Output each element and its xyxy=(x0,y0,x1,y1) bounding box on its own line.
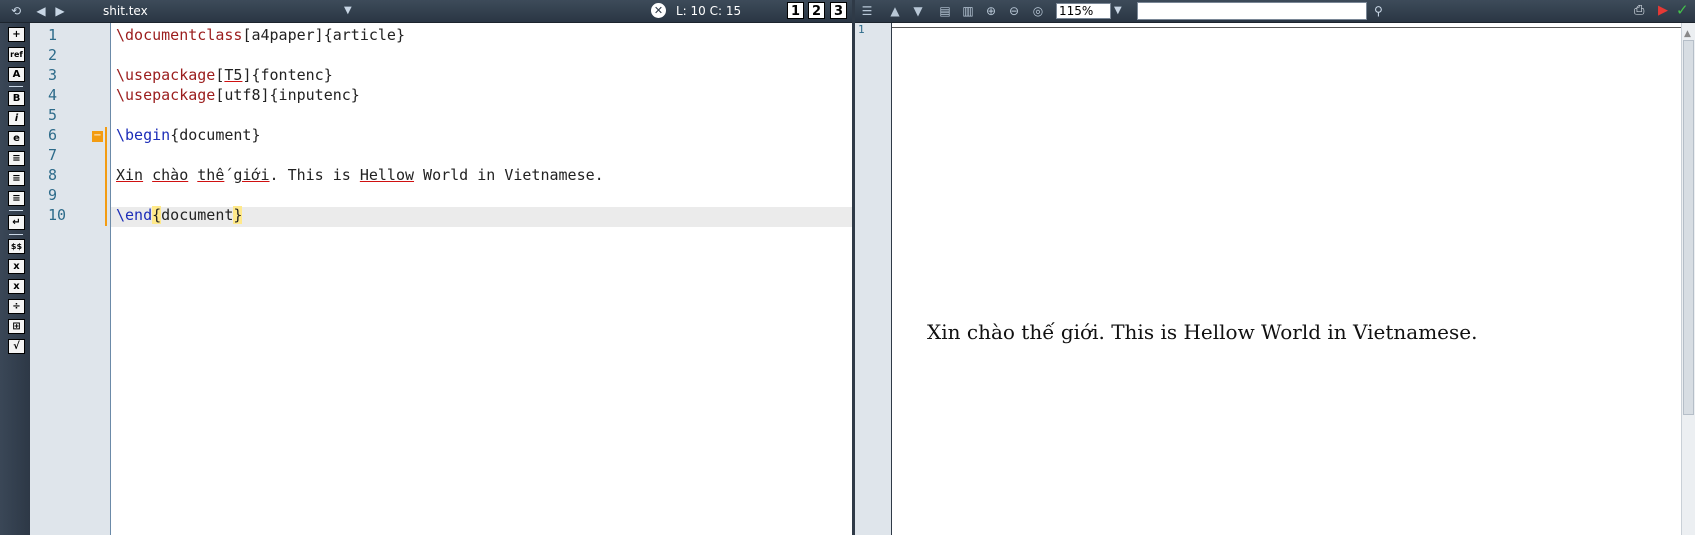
page-up-icon[interactable]: ▲ xyxy=(887,3,903,19)
bold-button[interactable]: B xyxy=(8,91,25,106)
find-icon[interactable]: ⚲ xyxy=(1374,3,1383,19)
structure-toggle-icon[interactable]: ⟲ xyxy=(8,3,24,19)
code-line-4[interactable]: \usepackage[utf8]{inputenc} xyxy=(116,85,360,105)
print-icon[interactable]: ⎙ xyxy=(1634,3,1644,19)
latex-command: \usepackage xyxy=(116,66,216,84)
latex-toolbar: + ref A B i e ≡ ≡ ≡ ↵ $$ x x ÷ ⊞ √ xyxy=(0,23,30,535)
latex-command: \usepackage xyxy=(116,86,216,104)
pdf-search-input[interactable] xyxy=(1137,2,1367,20)
code-text: ]{fontenc} xyxy=(242,66,333,84)
matched-brace: } xyxy=(233,206,243,224)
sqrt-button[interactable]: √ xyxy=(8,339,25,354)
latex-env-command: \end xyxy=(116,206,153,224)
code-line-1[interactable]: \documentclass[a4paper]{article} xyxy=(116,25,405,45)
code-text: document xyxy=(161,206,234,224)
file-dropdown-icon[interactable]: ▼ xyxy=(344,3,352,19)
font-size-button[interactable]: A xyxy=(8,67,25,82)
spellcheck-word: chào xyxy=(152,166,189,184)
forward-arrow-icon[interactable]: ▶ xyxy=(52,3,68,19)
math-mode-button[interactable]: $$ xyxy=(8,239,25,254)
zoom-input[interactable]: 115% xyxy=(1056,3,1111,19)
superscript-button[interactable]: x xyxy=(8,279,25,294)
code-text: {document} xyxy=(170,126,261,144)
line-number: 8 xyxy=(48,166,58,184)
code-text: [utf8]{inputenc} xyxy=(215,86,360,104)
line-number: 4 xyxy=(48,86,58,104)
code-line-6[interactable]: \begin{document} xyxy=(116,125,261,145)
align-center-button[interactable]: ≡ xyxy=(8,171,25,186)
bookmark-3-button[interactable]: 3 xyxy=(830,2,847,19)
scrollbar-thumb[interactable] xyxy=(1683,40,1694,415)
align-right-button[interactable]: ≡ xyxy=(8,191,25,206)
latex-env-command: \begin xyxy=(116,126,171,144)
zoom-out-icon[interactable]: ⊖ xyxy=(1006,3,1022,19)
file-tab[interactable]: shit.tex xyxy=(103,2,148,20)
external-viewer-icon[interactable]: ▶ xyxy=(1658,3,1668,19)
spellcheck-word: Hellow xyxy=(359,166,415,184)
page-down-icon[interactable]: ▼ xyxy=(910,3,926,19)
zoom-dropdown-icon[interactable]: ▼ xyxy=(1114,3,1122,19)
fit-page-icon[interactable]: ▥ xyxy=(960,3,976,19)
spellcheck-word: giới xyxy=(233,166,270,184)
bookmark-1-button[interactable]: 1 xyxy=(787,2,804,19)
pdf-page[interactable] xyxy=(892,27,1681,536)
code-text: [a4paper]{article} xyxy=(242,26,405,44)
new-line-button[interactable]: ↵ xyxy=(8,215,25,230)
main-toolbar: ⟲ ◀ ▶ shit.tex ▼ ✕ L: 10 C: 15 1 2 3 ☰ ▲… xyxy=(0,0,1695,23)
fraction-button[interactable]: ÷ xyxy=(8,299,25,314)
fold-range-bar xyxy=(105,127,107,226)
line-number: 6 xyxy=(48,126,58,144)
scroll-up-icon[interactable]: ▲ xyxy=(1684,29,1691,39)
close-file-icon[interactable]: ✕ xyxy=(651,3,666,18)
line-number: 1 xyxy=(48,26,58,44)
spellcheck-word: T5 xyxy=(224,66,243,84)
code-text: World in Vietnamese. xyxy=(414,166,604,184)
insert-ref-button[interactable]: ref xyxy=(8,47,25,62)
pdf-structure-icon[interactable]: ☰ xyxy=(859,3,875,19)
pdf-page-gutter xyxy=(855,23,891,535)
line-number: 10 xyxy=(48,206,67,224)
magnifier-icon[interactable]: ◎ xyxy=(1030,3,1046,19)
line-number: 9 xyxy=(48,186,58,204)
zoom-in-icon[interactable]: ⊕ xyxy=(983,3,999,19)
check-icon[interactable]: ✓ xyxy=(1676,2,1689,19)
line-number: 7 xyxy=(48,146,58,164)
spellcheck-word: thế xyxy=(197,166,225,184)
insert-section-button[interactable]: + xyxy=(8,27,25,42)
code-line-10[interactable]: \end{document} xyxy=(116,205,243,225)
align-left-button[interactable]: ≡ xyxy=(8,151,25,166)
back-arrow-icon[interactable]: ◀ xyxy=(33,3,49,19)
code-line-3[interactable]: \usepackage[T5]{fontenc} xyxy=(116,65,333,85)
fit-width-icon[interactable]: ▤ xyxy=(937,3,953,19)
latex-command: \documentclass xyxy=(116,26,243,44)
pdf-rendered-text: Xin chào thế giới. This is Hellow World … xyxy=(927,320,1478,344)
line-number: 5 xyxy=(48,106,58,124)
emphasis-button[interactable]: e xyxy=(8,131,25,146)
spellcheck-word: Xin xyxy=(116,166,144,184)
code-line-8[interactable]: Xin chào thế giới. This is Hellow World … xyxy=(116,165,604,185)
bookmark-2-button[interactable]: 2 xyxy=(808,2,825,19)
italic-button[interactable]: i xyxy=(8,111,25,126)
dfrac-button[interactable]: ⊞ xyxy=(8,319,25,334)
line-number: 2 xyxy=(48,46,58,64)
subscript-button[interactable]: x xyxy=(8,259,25,274)
pdf-page-number: 1 xyxy=(858,23,865,36)
fold-collapse-icon[interactable]: − xyxy=(92,131,103,142)
code-text: . This is xyxy=(269,166,360,184)
cursor-position: L: 10 C: 15 xyxy=(676,4,742,18)
line-number: 3 xyxy=(48,66,58,84)
matched-brace: { xyxy=(152,206,162,224)
